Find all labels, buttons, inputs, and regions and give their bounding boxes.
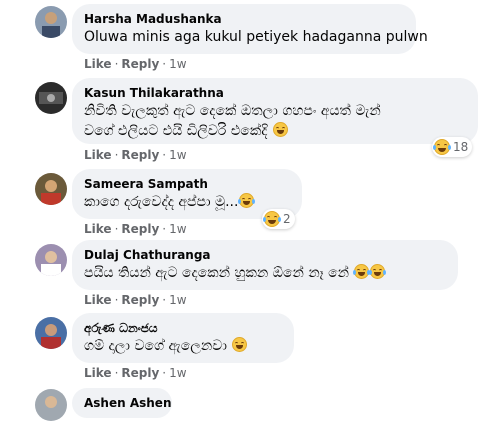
like-link[interactable]: Like (84, 366, 112, 380)
comment-bubble: Harsha Madushanka Oluwa minis aga kukul … (72, 4, 428, 54)
timestamp[interactable]: 1w (169, 366, 186, 380)
comment-author[interactable]: Sameera Sampath (84, 176, 290, 192)
comment-actions: Like · Reply · 1w (84, 222, 187, 236)
comment-author[interactable]: Dulaj Chathuranga (84, 247, 446, 263)
reaction-count: 18 (453, 140, 469, 154)
haha-reaction-icon (263, 211, 281, 227)
timestamp[interactable]: 1w (169, 148, 186, 162)
comment-bubble: අරුණ ධනංජය ගම් දාලා වගේ ඇලෙනවා (72, 313, 294, 363)
comment-text-line2: වගේ එලියට එයි ඩිලිවරි එකේදි (84, 123, 268, 139)
avatar[interactable] (35, 6, 67, 38)
reply-link[interactable]: Reply (121, 57, 159, 71)
avatar[interactable] (35, 389, 67, 421)
like-link[interactable]: Like (84, 293, 112, 307)
comment-bubble: Dulaj Chathuranga පයිය තියන් ඇට දෙකෙන් හ… (72, 240, 458, 290)
timestamp[interactable]: 1w (169, 57, 186, 71)
laughing-emoji-icon (369, 264, 387, 279)
avatar[interactable] (35, 173, 67, 205)
comment-author[interactable]: අරුණ ධනංජය (84, 320, 282, 336)
avatar[interactable] (35, 82, 67, 114)
like-link[interactable]: Like (84, 222, 112, 236)
like-link[interactable]: Like (84, 148, 112, 162)
comment-author[interactable]: Harsha Madushanka (84, 11, 404, 27)
like-link[interactable]: Like (84, 57, 112, 71)
timestamp[interactable]: 1w (169, 293, 186, 307)
reply-link[interactable]: Reply (121, 366, 159, 380)
comment-text: Oluwa minis aga kukul petiyek hadaganna … (84, 29, 428, 45)
laughing-emoji-icon (238, 193, 256, 208)
comment-text: ගම් දාලා වගේ ඇලෙනවා (84, 338, 227, 354)
comment-bubble: Ashen Ashen (72, 388, 172, 418)
comment-actions: Like · Reply · 1w (84, 148, 187, 162)
comment-bubble: Kasun Thilakarathna නිවිති වැලකුත් ඇට දෙ… (72, 78, 478, 144)
haha-reaction-icon (433, 139, 451, 155)
comment-text-line1: නිවිති වැලකුත් ඇට දෙකේ ඔතලා ගහපං අයත් මැ… (84, 103, 381, 119)
reaction-count-badge[interactable]: 2 (262, 209, 295, 229)
comment-actions: Like · Reply · 1w (84, 366, 187, 380)
grinning-emoji-icon (232, 337, 248, 352)
reply-link[interactable]: Reply (121, 148, 159, 162)
comment-author[interactable]: Kasun Thilakarathna (84, 85, 466, 101)
comment-actions: Like · Reply · 1w (84, 57, 187, 71)
reaction-count: 2 (283, 212, 291, 226)
comment-text: පයිය තියන් ඇට දෙකෙන් හුකන ඕනේ නෑ නේ (84, 265, 350, 281)
comment-text: කාගෙ දරුවෙද්ද අප්පා මූ... (84, 194, 239, 210)
laughing-emoji-icon (272, 122, 288, 137)
reaction-count-badge[interactable]: 18 (432, 137, 473, 157)
avatar[interactable] (35, 244, 67, 276)
reply-link[interactable]: Reply (121, 293, 159, 307)
reply-link[interactable]: Reply (121, 222, 159, 236)
comment-author[interactable]: Ashen Ashen (84, 395, 172, 411)
timestamp[interactable]: 1w (169, 222, 186, 236)
comment-actions: Like · Reply · 1w (84, 293, 187, 307)
laughing-emoji-icon (353, 264, 371, 279)
avatar[interactable] (35, 317, 67, 349)
